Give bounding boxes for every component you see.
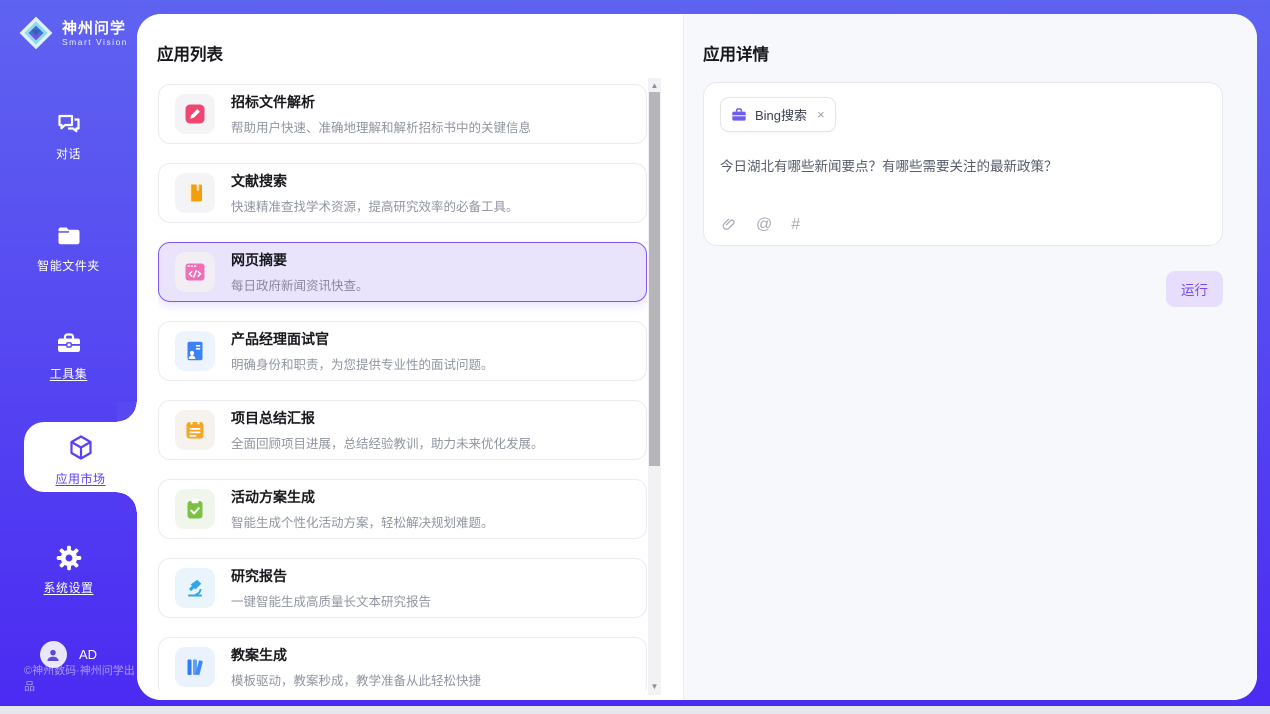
copyright-footer: ©神州数码·神州问学出品 [24,662,137,694]
tool-tag-bing-search[interactable]: Bing搜索 × [720,97,836,132]
app-card-title: 招标文件解析 [231,92,531,112]
books-icon [184,656,206,678]
sidebar-item-label: 对话 [56,147,81,161]
app-card-title: 项目总结汇报 [231,408,544,428]
gear-icon [55,544,83,572]
app-card-project-summary[interactable]: 项目总结汇报 全面回顾项目进展，总结经验教训，助力未来优化发展。 [158,400,647,460]
app-card-lesson-plan[interactable]: 教案生成 模板驱动，教案秒成，教学准备从此轻松快捷 [158,637,647,690]
resume-icon [184,340,206,362]
app-list-title: 应用列表 [157,41,223,65]
scrollbar[interactable]: ▲ ▼ [648,78,661,695]
sidebar-item-app-market[interactable]: 应用市场 [24,422,137,492]
bottom-strip [0,706,1270,714]
brand-title: 神州问学 [62,20,128,37]
app-icon-tile [175,173,215,213]
brand-logo: 神州问学 Smart Vision [18,15,128,51]
tool-tag-label: Bing搜索 [755,105,807,124]
app-card-desc: 智能生成个性化活动方案，轻松解决规划难题。 [231,512,494,531]
app-window: 神州问学 Smart Vision 对话 智能文件夹 [0,0,1270,714]
diamond-logo-icon [18,15,54,51]
app-card-desc: 一键智能生成高质量长文本研究报告 [231,591,431,610]
hash-icon[interactable]: # [791,217,800,233]
scroll-down-arrow-icon[interactable]: ▼ [648,681,661,693]
person-icon [45,647,61,663]
app-list-pane: 应用列表 招标文件解析 帮助用户快速、准确地理解和解析招标书中的关键信息 [137,14,683,700]
app-card-title: 网页摘要 [231,250,369,270]
sidebar-item-label: 应用市场 [55,472,105,486]
scroll-up-arrow-icon[interactable]: ▲ [648,80,661,92]
mention-icon[interactable]: @ [756,217,772,233]
paperclip-icon[interactable] [720,216,737,233]
run-button[interactable]: 运行 [1166,271,1223,307]
app-icon-tile [175,94,215,134]
app-card-title: 研究报告 [231,566,431,586]
app-card-title: 活动方案生成 [231,487,494,507]
sidebar-item-label: 工具集 [50,367,88,381]
sidebar-item-smart-folder[interactable]: 智能文件夹 [0,222,137,275]
run-row: 运行 [703,271,1223,307]
app-card-desc: 明确身份和职责，为您提供专业性的面试问题。 [231,354,494,373]
app-card-research-report[interactable]: 研究报告 一键智能生成高质量长文本研究报告 [158,558,647,618]
clipboard-check-icon [184,498,206,520]
sidebar-item-chat[interactable]: 对话 [0,110,137,163]
microscope-icon [184,577,206,599]
app-card-title: 文献搜索 [231,171,519,191]
app-icon-tile [175,489,215,529]
app-detail-pane: 应用详情 Bing搜索 × 今日湖北有哪些新闻要点？有哪些需要关注的最新政策？ [683,14,1257,700]
app-card-desc: 每日政府新闻资讯快查。 [231,275,369,294]
tag-close-icon[interactable]: × [817,107,825,122]
app-card-desc: 模板驱动，教案秒成，教学准备从此轻松快捷 [231,670,481,689]
sidebar: 神州问学 Smart Vision 对话 智能文件夹 [0,0,137,706]
app-icon-tile [175,568,215,608]
cube-icon [66,433,96,463]
app-card-desc: 快速精准查找学术资源，提高研究效率的必备工具。 [231,196,519,215]
scrollbar-thumb[interactable] [649,92,660,466]
book-icon [184,182,206,204]
app-list: 招标文件解析 帮助用户快速、准确地理解和解析招标书中的关键信息 文献搜索 [158,84,647,690]
chat-icon [55,110,83,138]
pen-square-icon [184,103,206,125]
app-icon-tile [175,252,215,292]
app-icon-tile [175,331,215,371]
sidebar-item-label: 系统设置 [43,581,93,595]
sidebar-item-label: 智能文件夹 [37,259,100,273]
browser-code-icon [184,261,206,283]
app-card-event-plan[interactable]: 活动方案生成 智能生成个性化活动方案，轻松解决规划难题。 [158,479,647,539]
app-card-desc: 帮助用户快速、准确地理解和解析招标书中的关键信息 [231,117,531,136]
app-card-pm-interviewer[interactable]: 产品经理面试官 明确身份和职责，为您提供专业性的面试问题。 [158,321,647,381]
note-icon [184,419,206,441]
app-icon-tile [175,410,215,450]
brand-subtitle: Smart Vision [62,37,128,47]
sidebar-item-toolset[interactable]: 工具集 [0,330,137,383]
app-card-title: 教案生成 [231,645,481,665]
prompt-text[interactable]: 今日湖北有哪些新闻要点？有哪些需要关注的最新政策？ [720,155,1206,175]
folder-icon [55,222,83,250]
prompt-toolbar: @ # [720,216,800,233]
app-detail-title: 应用详情 [703,41,769,65]
sidebar-item-settings[interactable]: 系统设置 [0,544,137,597]
app-card-bid-document-parsing[interactable]: 招标文件解析 帮助用户快速、准确地理解和解析招标书中的关键信息 [158,84,647,144]
user-initials: AD [79,647,97,662]
app-card-title: 产品经理面试官 [231,329,494,349]
app-icon-tile [175,647,215,687]
briefcase-icon [731,107,747,123]
main-panel: 应用列表 招标文件解析 帮助用户快速、准确地理解和解析招标书中的关键信息 [137,14,1257,700]
prompt-card: Bing搜索 × 今日湖北有哪些新闻要点？有哪些需要关注的最新政策？ @ # [703,82,1223,246]
app-card-web-summary[interactable]: 网页摘要 每日政府新闻资讯快查。 [158,242,647,302]
app-card-desc: 全面回顾项目进展，总结经验教训，助力未来优化发展。 [231,433,544,452]
toolbox-icon [55,330,83,358]
app-card-literature-search[interactable]: 文献搜索 快速精准查找学术资源，提高研究效率的必备工具。 [158,163,647,223]
